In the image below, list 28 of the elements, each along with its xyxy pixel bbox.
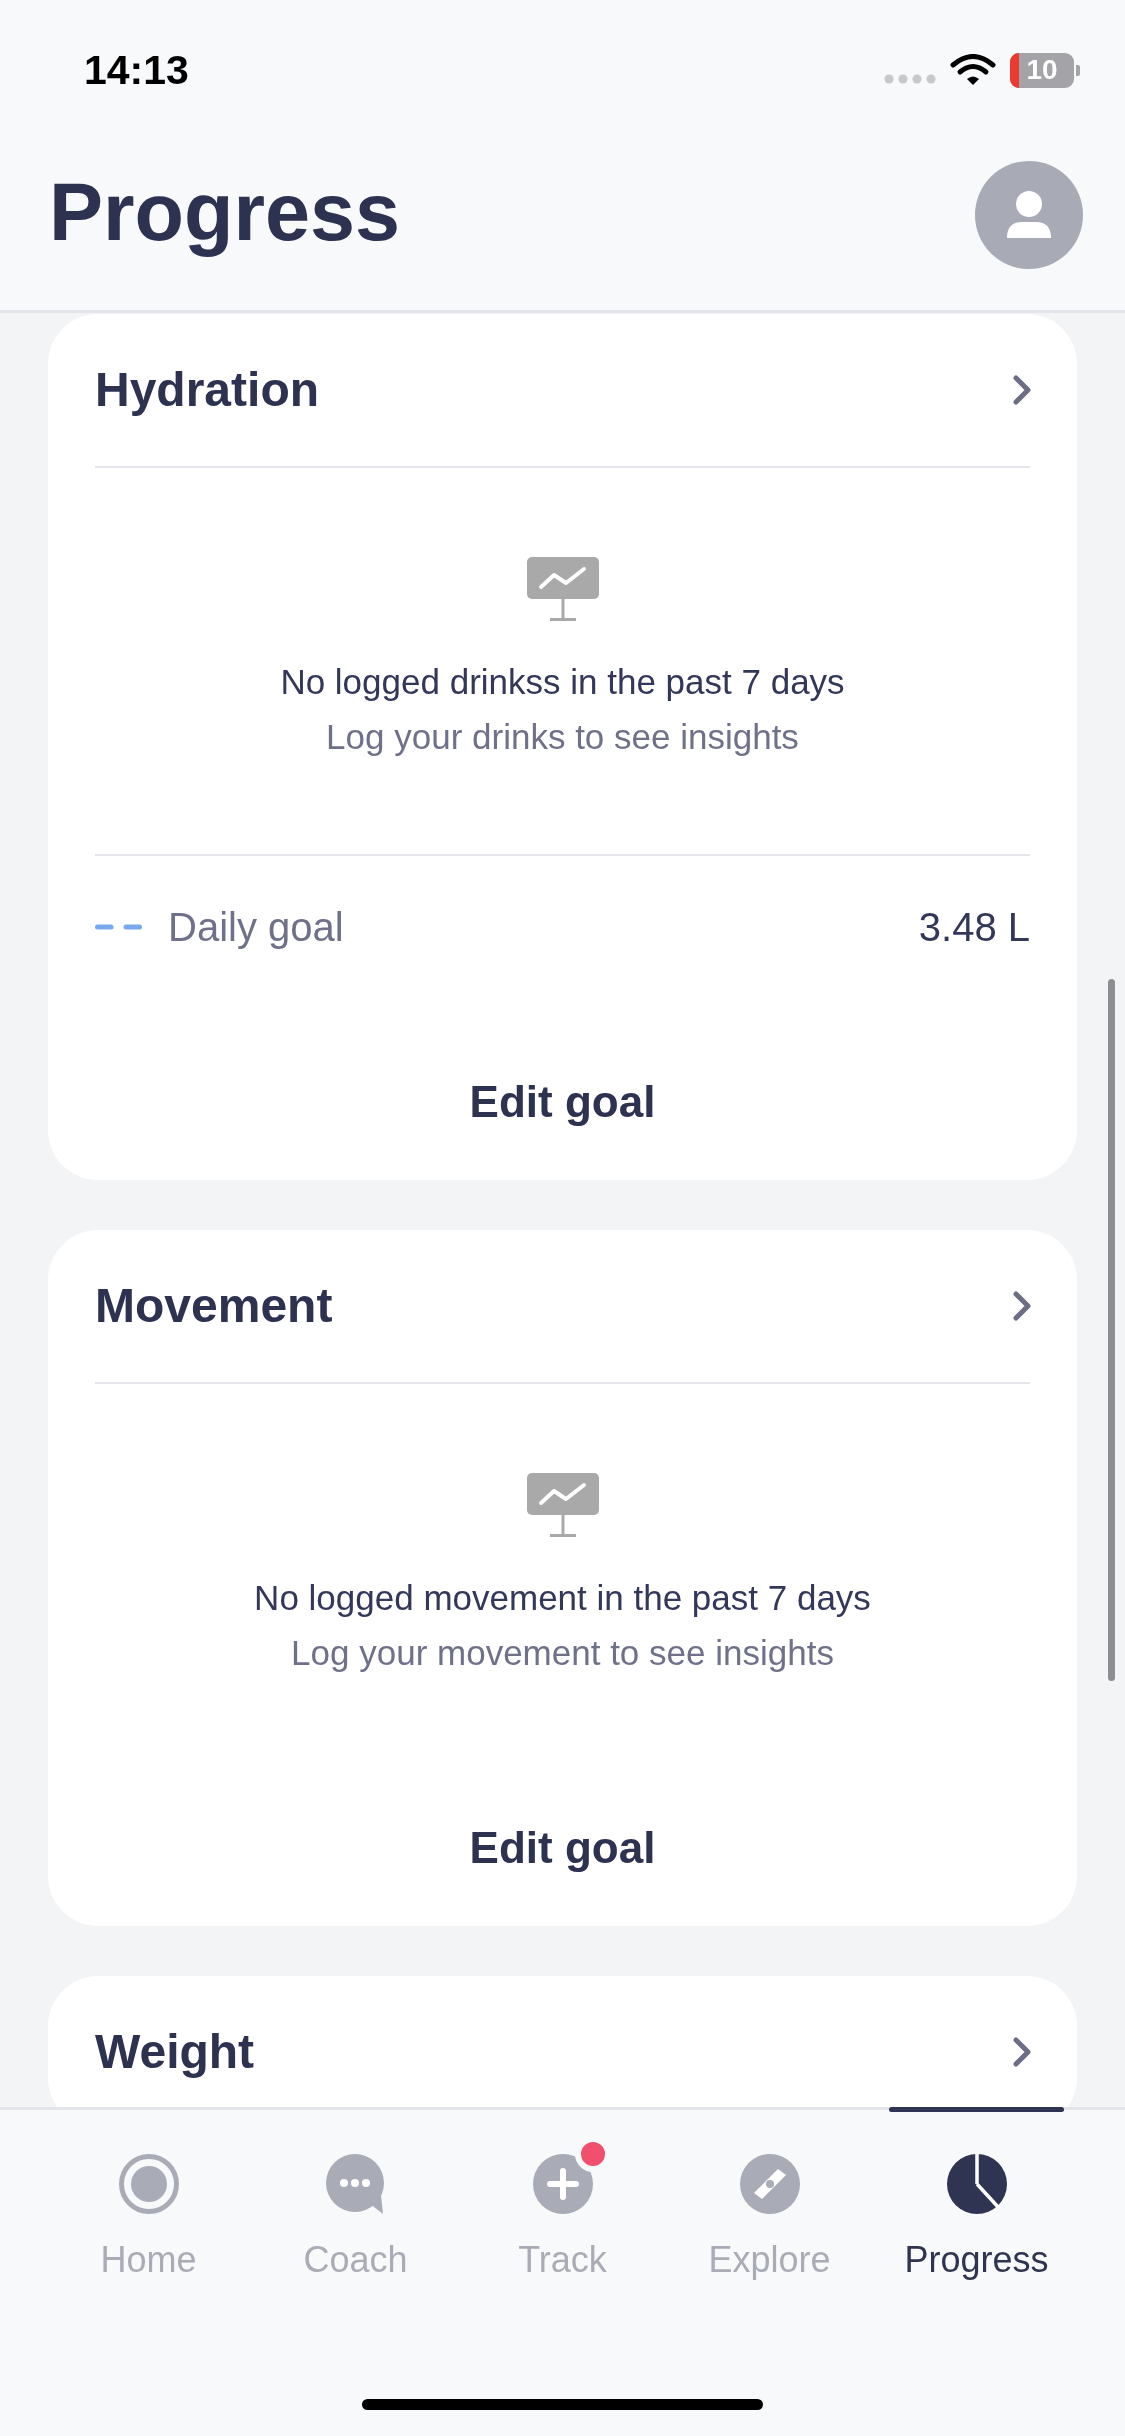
edit-goal-button[interactable]: Edit goal — [449, 1052, 676, 1152]
pie-chart-icon — [945, 2153, 1008, 2215]
status-time: 14:13 — [84, 46, 189, 94]
tab[interactable]: Progress — [873, 2107, 1080, 2282]
card-header-button[interactable]: Hydration — [95, 314, 1030, 466]
empty-state-message: No logged drinkss in the past 7 days — [280, 661, 845, 703]
card-header-button[interactable]: Weight — [95, 1976, 1030, 2107]
ring-dot-icon — [117, 2153, 180, 2215]
chevron-right-icon[interactable] — [1012, 1290, 1032, 1322]
empty-state-hint: Log your movement to see insights — [291, 1632, 834, 1674]
battery-indicator: 10 — [1010, 52, 1080, 88]
dashed-line-icon — [95, 924, 142, 930]
empty-state-message: No logged movement in the past 7 days — [254, 1577, 871, 1619]
goal-label: Daily goal — [168, 904, 344, 951]
card-header-button[interactable]: Movement — [95, 1230, 1030, 1382]
chevron-right-icon[interactable] — [1012, 374, 1032, 406]
chat-bubble-icon — [324, 2153, 387, 2215]
plus-icon — [531, 2153, 594, 2215]
signal-icon — [884, 74, 936, 84]
page-title: Progress — [49, 166, 401, 259]
wifi-icon — [950, 54, 996, 86]
chart-board-icon — [526, 557, 599, 621]
chevron-right-icon[interactable] — [1012, 2036, 1032, 2068]
empty-state-hint: Log your drinks to see insights — [326, 716, 799, 758]
goal-value: 3.48 L — [918, 904, 1030, 951]
compass-icon — [738, 2153, 801, 2215]
edit-goal-button[interactable]: Edit goal — [449, 1798, 676, 1898]
chart-board-icon — [526, 1473, 599, 1537]
